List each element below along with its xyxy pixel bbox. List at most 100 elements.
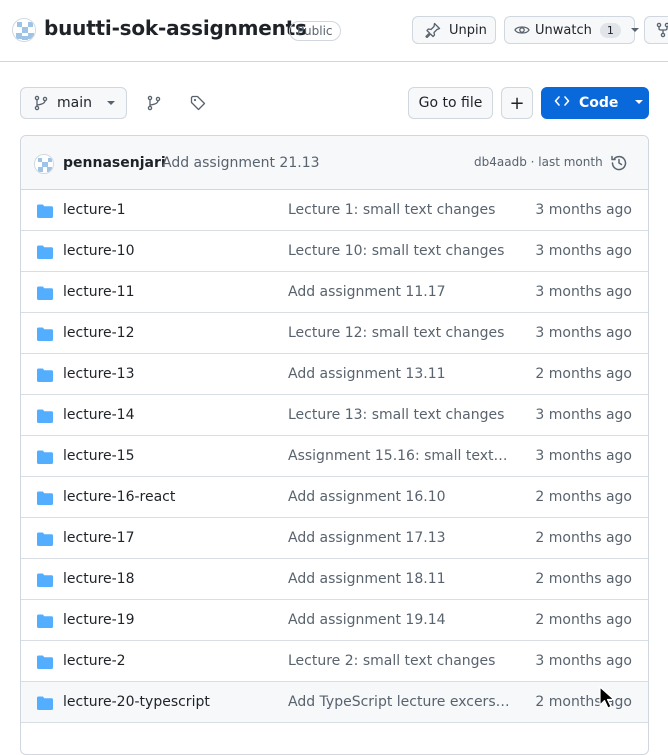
plus-icon: + xyxy=(509,92,525,114)
file-commit-time: 2 months ago xyxy=(535,366,632,382)
file-name-link[interactable]: lecture-2 xyxy=(63,653,126,669)
unpin-button[interactable]: Unpin xyxy=(412,16,496,44)
branch-name: main xyxy=(57,95,92,111)
file-commit-time: 3 months ago xyxy=(535,202,632,218)
file-commit-time: 2 months ago xyxy=(535,489,632,505)
commit-author-avatar[interactable] xyxy=(34,154,54,174)
eye-icon xyxy=(514,22,530,38)
file-name-link[interactable]: lecture-12 xyxy=(63,325,135,341)
file-row[interactable]: lecture-20-typescript Add TypeScript lect… xyxy=(21,682,648,723)
file-row[interactable]: lecture-14 Lecture 13: small text changes… xyxy=(21,395,648,436)
folder-icon xyxy=(37,490,53,509)
file-row[interactable]: lecture-16-react Add assignment 16.10 2 mo… xyxy=(21,477,648,518)
branch-icon xyxy=(33,95,49,111)
file-commit-time: 3 months ago xyxy=(535,284,632,300)
code-button[interactable]: Code xyxy=(541,87,649,119)
file-commit-message[interactable]: Add assignment 16.10 xyxy=(288,489,510,505)
code-label: Code xyxy=(579,95,619,111)
chevron-down-icon xyxy=(106,98,116,108)
commit-hash[interactable]: db4aadb xyxy=(474,155,527,169)
file-name-link[interactable]: lecture-13 xyxy=(63,366,135,382)
file-commit-message[interactable]: Lecture 10: small text changes xyxy=(288,243,510,259)
mouse-cursor-icon xyxy=(599,686,617,714)
file-commit-message[interactable]: Add assignment 11.17 xyxy=(288,284,510,300)
commit-message[interactable]: Add assignment 21.13 xyxy=(162,155,320,171)
file-row[interactable]: lecture-18 Add assignment 18.11 2 months a… xyxy=(21,559,648,600)
file-row[interactable]: lecture-1 Lecture 1: small text changes 3 … xyxy=(21,190,648,231)
file-commit-message[interactable]: Lecture 13: small text changes xyxy=(288,407,510,423)
repo-owner-avatar[interactable] xyxy=(12,18,36,42)
file-commit-time: 2 months ago xyxy=(535,530,632,546)
file-row[interactable]: lecture-11 Add assignment 11.17 3 months a… xyxy=(21,272,648,313)
commit-time: last month xyxy=(538,155,603,169)
file-commit-message[interactable]: Lecture 1: small text changes xyxy=(288,202,510,218)
file-commit-message[interactable]: Add assignment 13.11 xyxy=(288,366,510,382)
branches-link[interactable] xyxy=(146,95,164,113)
file-row[interactable]: lecture-2 Lecture 2: small text changes 3 … xyxy=(21,641,648,682)
file-row[interactable]: lecture-15 Assignment 15.16: small text c… xyxy=(21,436,648,477)
unwatch-label: Unwatch xyxy=(535,22,592,38)
folder-icon xyxy=(37,408,53,427)
file-row[interactable]: lecture-17 Add assignment 17.13 2 months a… xyxy=(21,518,648,559)
folder-icon xyxy=(37,285,53,304)
folder-icon xyxy=(37,449,53,468)
file-name-link[interactable]: lecture-18 xyxy=(63,571,135,587)
file-name-link[interactable]: lecture-15 xyxy=(63,448,135,464)
file-commit-time: 3 months ago xyxy=(535,448,632,464)
commit-separator: · xyxy=(526,155,539,169)
commit-meta: db4aadb · last month xyxy=(474,155,603,169)
file-commit-message[interactable]: Assignment 15.16: small text ch... xyxy=(288,448,510,464)
file-name-link[interactable]: lecture-10 xyxy=(63,243,135,259)
folder-icon xyxy=(37,326,53,345)
git-branch-icon xyxy=(146,95,162,115)
file-row[interactable]: lecture-19 Add assignment 19.14 2 months a… xyxy=(21,600,648,641)
file-commit-time: 3 months ago xyxy=(535,407,632,423)
file-name-link[interactable]: lecture-14 xyxy=(63,407,135,423)
file-name-link[interactable]: lecture-16-react xyxy=(63,489,175,505)
chevron-down-icon xyxy=(630,25,640,35)
folder-icon xyxy=(37,654,53,673)
add-file-button[interactable]: + xyxy=(501,87,533,119)
visibility-badge: Public xyxy=(289,21,341,41)
history-icon[interactable] xyxy=(609,153,629,177)
go-to-file-label: Go to file xyxy=(418,95,483,111)
chevron-down-icon xyxy=(634,95,644,111)
folder-icon xyxy=(37,613,53,632)
folder-icon xyxy=(37,572,53,591)
folder-icon xyxy=(37,244,53,263)
commit-author[interactable]: pennasenjari xyxy=(63,155,166,171)
unwatch-button[interactable]: Unwatch 1 xyxy=(504,16,639,44)
tag-icon xyxy=(190,95,206,115)
file-commit-message[interactable]: Lecture 2: small text changes xyxy=(288,653,510,669)
fork-button[interactable] xyxy=(644,16,668,44)
file-commit-time: 3 months ago xyxy=(535,325,632,341)
file-commit-message[interactable]: Add assignment 18.11 xyxy=(288,571,510,587)
file-commit-time: 2 months ago xyxy=(535,694,632,710)
folder-icon xyxy=(37,203,53,222)
unpin-label: Unpin xyxy=(449,22,487,38)
folder-icon xyxy=(37,695,53,714)
file-commit-message[interactable]: Add assignment 17.13 xyxy=(288,530,510,546)
fork-icon xyxy=(655,22,668,38)
repo-name[interactable]: buutti-sok-assignments xyxy=(44,16,307,40)
go-to-file-button[interactable]: Go to file xyxy=(408,87,493,119)
file-commit-message[interactable]: Lecture 12: small text changes xyxy=(288,325,510,341)
latest-commit-bar: pennasenjari Add assignment 21.13 db4aad… xyxy=(21,136,648,190)
file-name-link[interactable]: lecture-20-typescript xyxy=(63,694,210,710)
file-commit-time: 3 months ago xyxy=(535,653,632,669)
tags-link[interactable] xyxy=(190,95,208,113)
file-row[interactable]: lecture-10 Lecture 10: small text changes… xyxy=(21,231,648,272)
file-row[interactable]: lecture-13 Add assignment 13.11 2 months a… xyxy=(21,354,648,395)
code-icon xyxy=(554,93,570,113)
file-name-link[interactable]: lecture-19 xyxy=(63,612,135,628)
file-name-link[interactable]: lecture-11 xyxy=(63,284,135,300)
file-name-link[interactable]: lecture-1 xyxy=(63,202,126,218)
file-name-link[interactable]: lecture-17 xyxy=(63,530,135,546)
repo-header: buutti-sok-assignments Public Unpin Unwa… xyxy=(0,0,668,62)
file-commit-message[interactable]: Add TypeScript lecture excersises xyxy=(288,694,510,710)
watch-count: 1 xyxy=(599,22,621,38)
folder-icon xyxy=(37,367,53,386)
file-commit-message[interactable]: Add assignment 19.14 xyxy=(288,612,510,628)
file-row[interactable]: lecture-12 Lecture 12: small text changes… xyxy=(21,313,648,354)
branch-select-button[interactable]: main xyxy=(20,87,127,119)
